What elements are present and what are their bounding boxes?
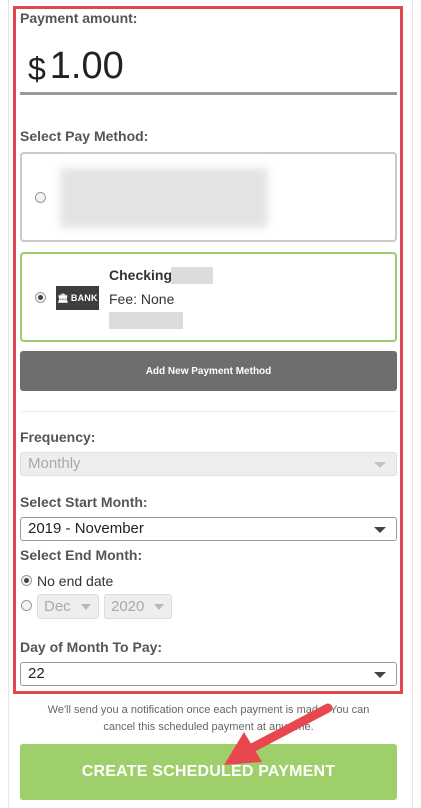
- annotation-arrow-icon: [224, 703, 333, 765]
